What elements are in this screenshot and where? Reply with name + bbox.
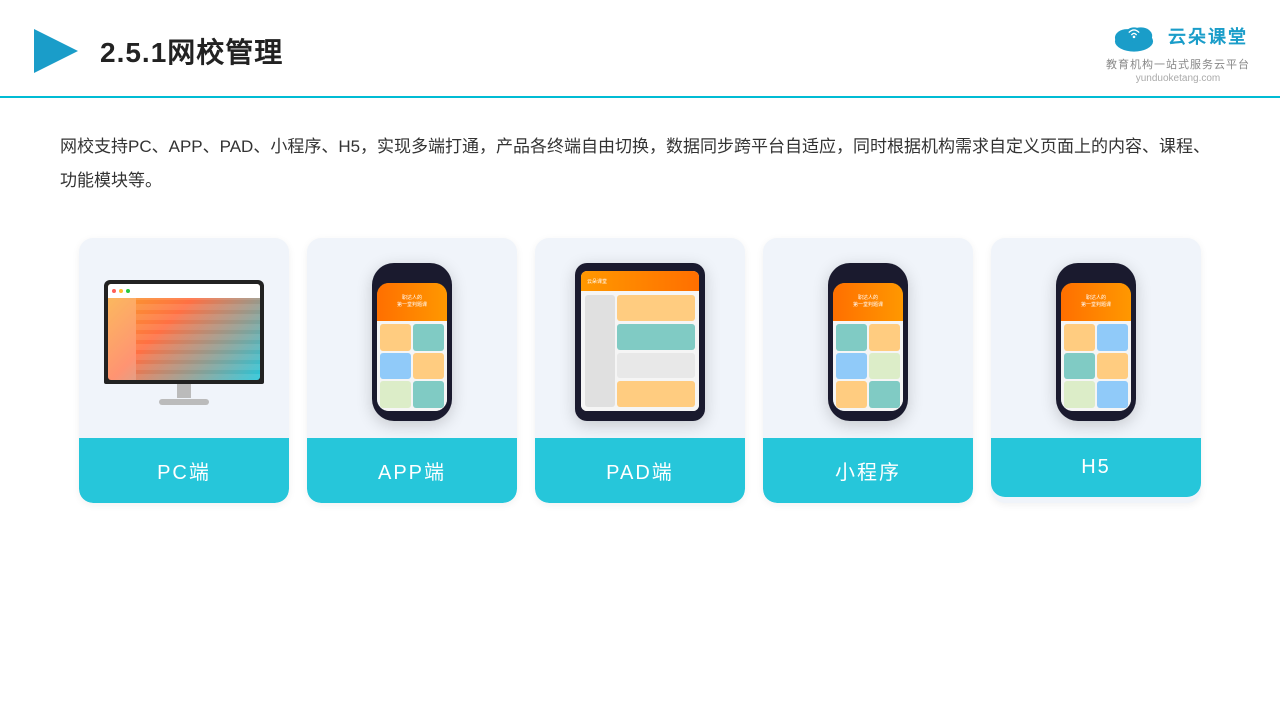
phone-screen-h5: 职达人的第一堂判题课 (1061, 283, 1131, 411)
phone-content-grid-app (377, 321, 447, 411)
card-pad-image: 云朵课堂 (535, 238, 745, 438)
monitor-screen (108, 284, 260, 380)
phone-screen-h5-inner: 职达人的第一堂判题课 (1061, 283, 1131, 411)
header-left: 2.5.1网校管理 (30, 25, 283, 77)
pad-mockup: 云朵课堂 (575, 263, 705, 421)
logo-area: 云朵课堂 教育机构一站式服务云平台 yunduoketang.com (1106, 18, 1250, 84)
description-text: 网校支持PC、APP、PAD、小程序、H5，实现多端打通，产品各终端自由切换，数… (0, 98, 1280, 208)
pad-sidebar (585, 295, 615, 407)
page-title: 2.5.1网校管理 (100, 31, 283, 71)
card-miniapp: 职达人的第一堂判题课 (763, 238, 973, 503)
logo-url: yunduoketang.com (1136, 73, 1221, 84)
logo-box: 云朵课堂 (1108, 18, 1248, 54)
screen-sidebar (108, 298, 136, 380)
card-pad: 云朵课堂 (535, 238, 745, 503)
card-pc-label: PC端 (79, 438, 289, 503)
card-app: 职达人的第一堂判题课 (307, 238, 517, 503)
monitor-stand (177, 384, 191, 398)
card-app-image: 职达人的第一堂判题课 (307, 238, 517, 438)
pad-top-bar: 云朵课堂 (581, 271, 699, 291)
phone-notch-h5 (1082, 273, 1110, 279)
phone-notch-app (398, 273, 426, 279)
screen-dot-green (126, 289, 130, 293)
pad-frame: 云朵课堂 (575, 263, 705, 421)
phone-screen-app-inner: 职达人的第一堂判题课 (377, 283, 447, 411)
phone-frame-miniapp: 职达人的第一堂判题课 (828, 263, 908, 421)
phone-top-banner-h5: 职达人的第一堂判题课 (1061, 283, 1131, 321)
card-pc-image (79, 238, 289, 438)
pad-body (581, 291, 699, 411)
phone-screen-app: 职达人的第一堂判题课 (377, 283, 447, 411)
phone-screen-miniapp: 职达人的第一堂判题课 (833, 283, 903, 411)
play-icon (30, 25, 82, 77)
pc-monitor (104, 280, 264, 405)
card-h5-image: 职达人的第一堂判题课 (991, 238, 1201, 438)
cloud-icon (1108, 18, 1160, 54)
logo-sub: 教育机构一站式服务云平台 (1106, 56, 1250, 72)
card-h5: 职达人的第一堂判题课 (991, 238, 1201, 503)
phone-top-banner-miniapp: 职达人的第一堂判题课 (833, 283, 903, 321)
header: 2.5.1网校管理 云朵课堂 教育机构一站式服务云平台 yunduoketang… (0, 0, 1280, 98)
logo-text: 云朵课堂 (1168, 23, 1248, 49)
phone-top-banner-app: 职达人的第一堂判题课 (377, 283, 447, 321)
screen-content (108, 298, 260, 380)
card-pc: PC端 (79, 238, 289, 503)
phone-mockup-miniapp: 职达人的第一堂判题课 (828, 263, 908, 421)
monitor-screen-inner (108, 284, 260, 380)
phone-screen-miniapp-inner: 职达人的第一堂判题课 (833, 283, 903, 411)
pad-screen: 云朵课堂 (581, 271, 699, 411)
screen-dot-red (112, 289, 116, 293)
cards-container: PC端 职达人的第一堂判题课 (0, 208, 1280, 533)
phone-mockup-app: 职达人的第一堂判题课 (372, 263, 452, 421)
phone-mockup-h5: 职达人的第一堂判题课 (1056, 263, 1136, 421)
pad-screen-inner: 云朵课堂 (581, 271, 699, 411)
card-pad-label: PAD端 (535, 438, 745, 503)
phone-content-grid-h5 (1061, 321, 1131, 411)
pad-main-content (617, 295, 695, 407)
monitor-screen-wrap (104, 280, 264, 384)
screen-dot-yellow (119, 289, 123, 293)
card-miniapp-image: 职达人的第一堂判题课 (763, 238, 973, 438)
phone-frame-app: 职达人的第一堂判题课 (372, 263, 452, 421)
monitor-base (159, 399, 209, 405)
card-app-label: APP端 (307, 438, 517, 503)
card-h5-label: H5 (991, 438, 1201, 497)
card-miniapp-label: 小程序 (763, 438, 973, 503)
phone-notch-miniapp (854, 273, 882, 279)
screen-bar (108, 284, 260, 298)
phone-content-grid-miniapp (833, 321, 903, 411)
phone-frame-h5: 职达人的第一堂判题课 (1056, 263, 1136, 421)
screen-main (136, 298, 260, 380)
